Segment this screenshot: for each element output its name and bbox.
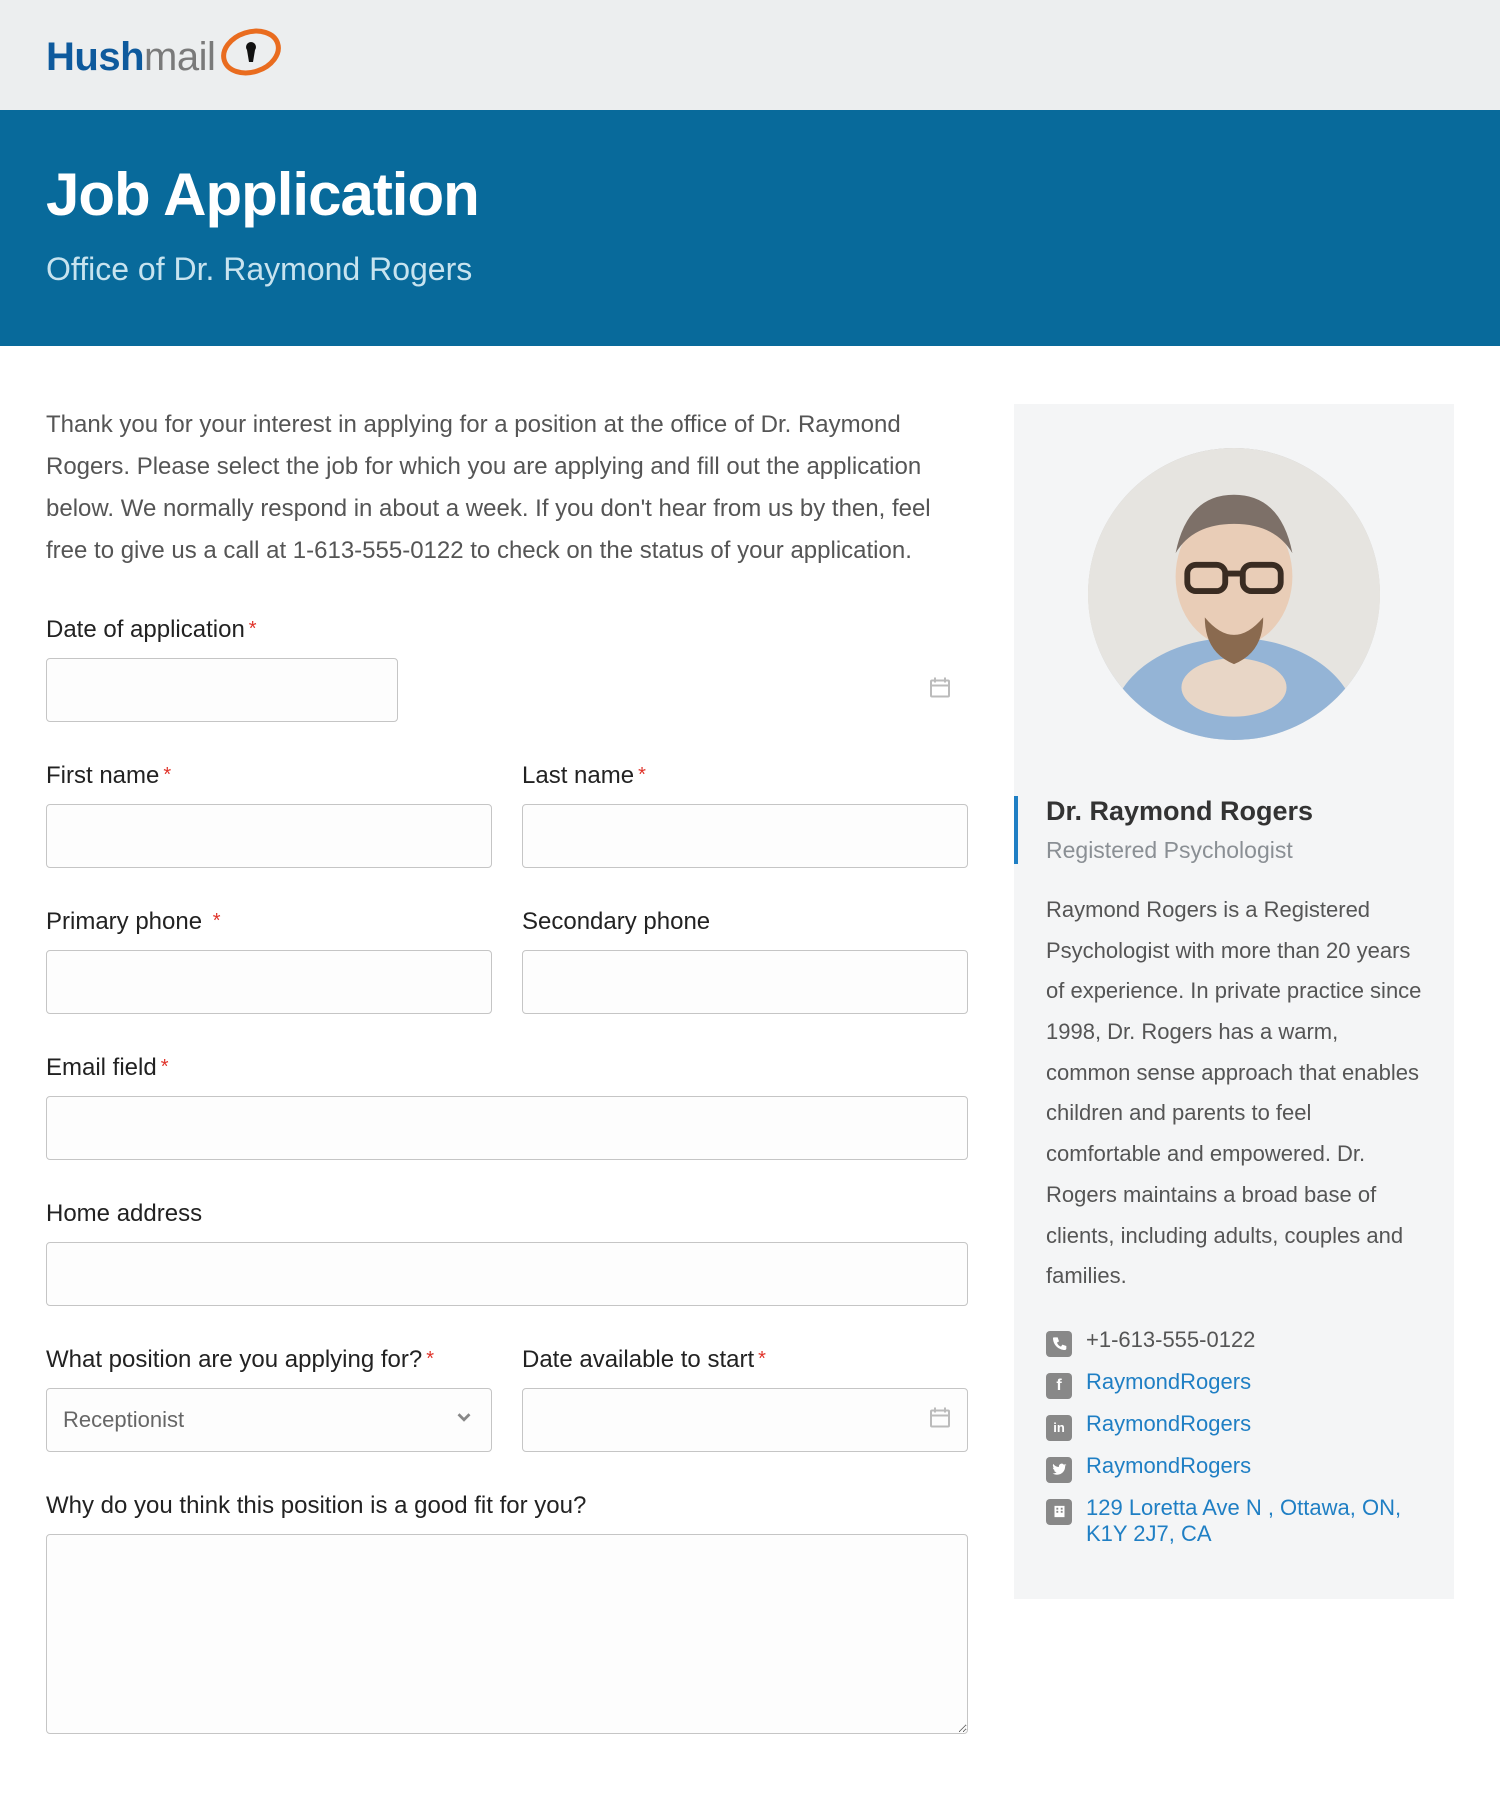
- field-home-address: Home address: [46, 1200, 968, 1306]
- field-good-fit: Why do you think this position is a good…: [46, 1492, 968, 1739]
- hero-banner: Job Application Office of Dr. Raymond Ro…: [0, 110, 1500, 346]
- first-name-input[interactable]: [46, 804, 492, 868]
- top-bar: Hushmail: [0, 0, 1500, 110]
- required-mark: *: [213, 910, 221, 932]
- contact-facebook: f RaymondRogers: [1046, 1369, 1422, 1399]
- last-name-input[interactable]: [522, 804, 968, 868]
- label-date-of-application: Date of application*: [46, 616, 968, 644]
- field-last-name: Last name*: [522, 762, 968, 868]
- label-first-name: First name*: [46, 762, 492, 790]
- required-mark: *: [758, 1348, 766, 1370]
- position-select-wrap: Receptionist: [46, 1388, 492, 1452]
- building-icon: [1046, 1499, 1072, 1525]
- required-mark: *: [163, 764, 171, 786]
- linkedin-link[interactable]: RaymondRogers: [1086, 1411, 1251, 1437]
- label-home-address: Home address: [46, 1200, 968, 1228]
- intro-text: Thank you for your interest in applying …: [46, 404, 968, 572]
- date-input-wrap: [46, 658, 968, 722]
- doctor-bio: Raymond Rogers is a Registered Psycholog…: [1046, 890, 1422, 1297]
- required-mark: *: [426, 1348, 434, 1370]
- contact-twitter: RaymondRogers: [1046, 1453, 1422, 1483]
- email-input[interactable]: [46, 1096, 968, 1160]
- brand-logo: Hushmail: [46, 28, 283, 86]
- good-fit-textarea[interactable]: [46, 1534, 968, 1734]
- secondary-phone-input[interactable]: [522, 950, 968, 1014]
- twitter-link[interactable]: RaymondRogers: [1086, 1453, 1251, 1479]
- contact-address: 129 Loretta Ave N , Ottawa, ON, K1Y 2J7,…: [1046, 1495, 1422, 1547]
- label-good-fit: Why do you think this position is a good…: [46, 1492, 968, 1520]
- required-mark: *: [161, 1056, 169, 1078]
- brand-part1: Hush: [46, 35, 144, 80]
- date-of-application-input[interactable]: [46, 658, 398, 722]
- label-primary-phone: Primary phone *: [46, 908, 492, 936]
- label-email: Email field*: [46, 1054, 968, 1082]
- field-date-available: Date available to start*: [522, 1346, 968, 1452]
- position-select[interactable]: Receptionist: [46, 1388, 492, 1452]
- twitter-icon: [1046, 1457, 1072, 1483]
- position-selected-value: Receptionist: [63, 1407, 184, 1433]
- field-position: What position are you applying for?* Rec…: [46, 1346, 492, 1452]
- field-first-name: First name*: [46, 762, 492, 868]
- label-secondary-phone: Secondary phone: [522, 908, 968, 936]
- required-mark: *: [249, 618, 257, 640]
- date-available-wrap: [522, 1388, 968, 1452]
- facebook-link[interactable]: RaymondRogers: [1086, 1369, 1251, 1395]
- label-last-name: Last name*: [522, 762, 968, 790]
- doctor-name: Dr. Raymond Rogers: [1046, 796, 1422, 827]
- doctor-title: Registered Psychologist: [1046, 837, 1422, 864]
- avatar: [1088, 448, 1380, 740]
- date-available-input[interactable]: [522, 1388, 968, 1452]
- address-link[interactable]: 129 Loretta Ave N , Ottawa, ON, K1Y 2J7,…: [1086, 1495, 1422, 1547]
- linkedin-icon: in: [1046, 1415, 1072, 1441]
- contact-phone-text: +1-613-555-0122: [1086, 1327, 1255, 1353]
- facebook-icon: f: [1046, 1373, 1072, 1399]
- required-mark: *: [638, 764, 646, 786]
- main-content: Thank you for your interest in applying …: [0, 346, 1500, 1819]
- primary-phone-input[interactable]: [46, 950, 492, 1014]
- page-subtitle: Office of Dr. Raymond Rogers: [46, 251, 1454, 288]
- label-date-available: Date available to start*: [522, 1346, 968, 1374]
- label-position: What position are you applying for?*: [46, 1346, 492, 1374]
- contact-phone: +1-613-555-0122: [1046, 1327, 1422, 1357]
- chevron-down-icon: [453, 1406, 475, 1434]
- calendar-icon: [928, 676, 952, 705]
- brand-part2: mail: [144, 35, 215, 80]
- field-date-of-application: Date of application*: [46, 616, 968, 722]
- field-email: Email field*: [46, 1054, 968, 1160]
- sidebar: Dr. Raymond Rogers Registered Psychologi…: [1014, 404, 1454, 1599]
- contact-list: +1-613-555-0122 f RaymondRogers in Raymo…: [1046, 1327, 1422, 1547]
- phone-icon: [1046, 1331, 1072, 1357]
- field-secondary-phone: Secondary phone: [522, 908, 968, 1014]
- sidebar-heading: Dr. Raymond Rogers Registered Psychologi…: [1014, 796, 1422, 864]
- contact-linkedin: in RaymondRogers: [1046, 1411, 1422, 1441]
- page-title: Job Application: [46, 160, 1454, 229]
- keyhole-icon: [219, 28, 283, 86]
- home-address-input[interactable]: [46, 1242, 968, 1306]
- form-column: Thank you for your interest in applying …: [46, 404, 968, 1779]
- field-primary-phone: Primary phone *: [46, 908, 492, 1014]
